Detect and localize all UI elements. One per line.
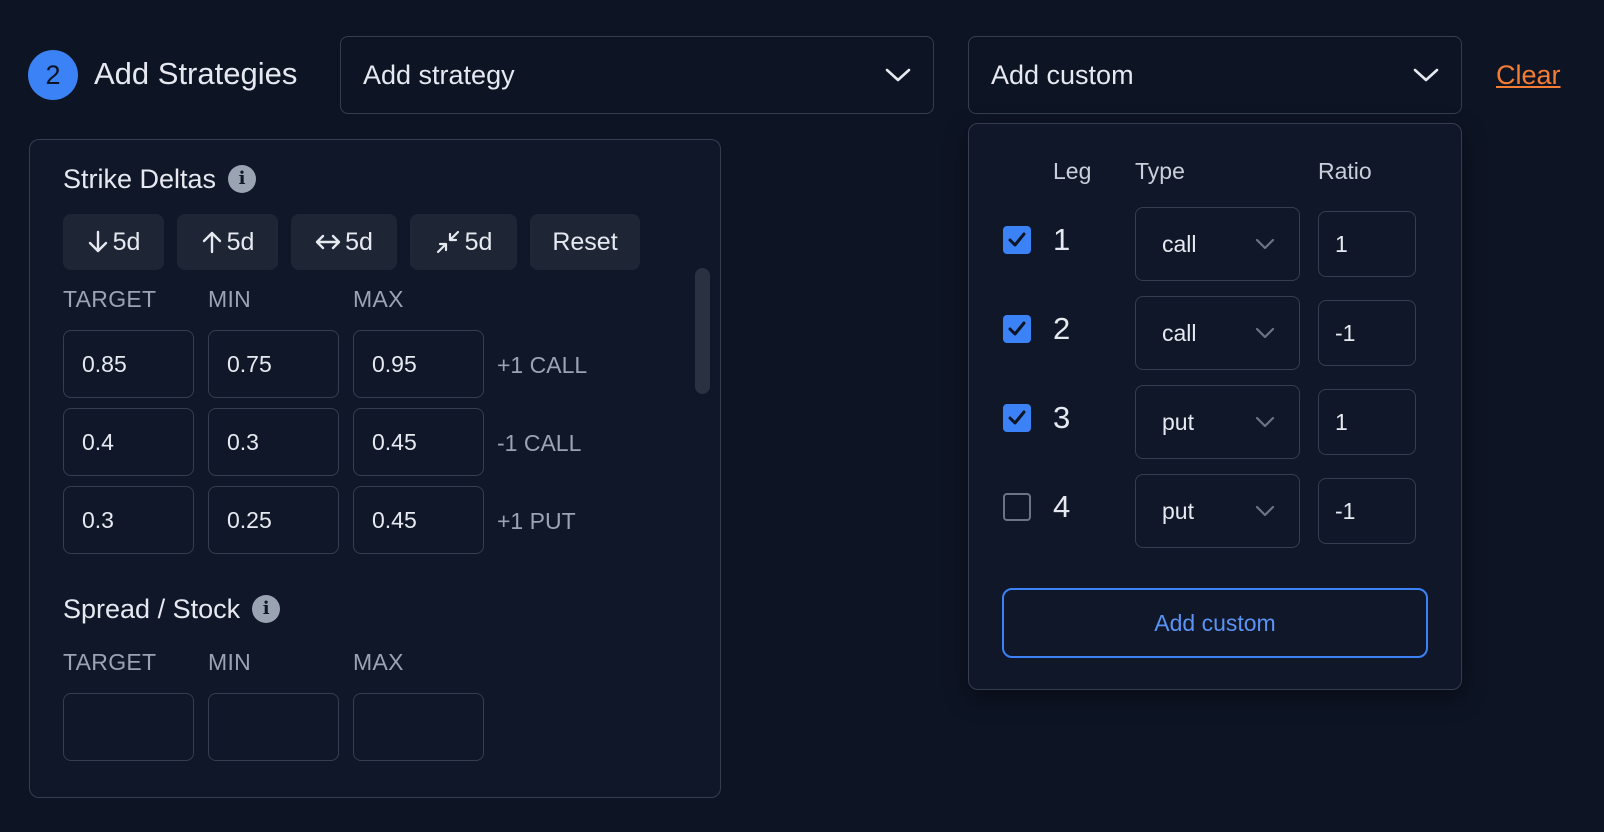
app-root: 2 Add Strategies Add strategy Add custom… [0,0,1604,832]
max-input[interactable]: 0.95 [353,330,484,398]
ratio-column-header: Ratio [1318,158,1372,184]
target-column-header: TARGET [63,286,157,312]
arrow-up-icon [202,231,221,254]
page-title: Add Strategies [94,56,298,91]
widen-delta-button[interactable]: 5d [291,214,397,270]
leg-checkbox[interactable] [1003,226,1031,254]
leg-label: +1 CALL [497,352,588,378]
leg-label: +1 PUT [497,508,576,534]
arrow-left-right-icon [315,234,341,250]
add-custom-popover: Leg Type Ratio 1 call 1 2 call -1 3 put [968,123,1462,690]
leg-number: 4 [1053,489,1071,524]
leg-type-select[interactable]: call [1135,296,1300,370]
spread-stock-heading: Spread / Stock i [63,592,281,626]
chevron-down-icon [1255,238,1275,250]
add-custom-dropdown[interactable]: Add custom [968,36,1462,114]
widen-delta-label: 5d [345,227,373,256]
max-input[interactable]: 0.45 [353,486,484,554]
strategy-settings-panel: Strike Deltas i 5d 5d 5d 5d Reset TARGET… [29,139,721,798]
chevron-down-icon [1255,505,1275,517]
leg-ratio-input[interactable]: -1 [1318,300,1416,366]
decrease-delta-label: 5d [112,227,141,256]
checkmark-icon [1008,321,1026,336]
type-column-header: Type [1135,158,1185,184]
chevron-down-icon [1255,327,1275,339]
narrow-delta-button[interactable]: 5d [410,214,517,270]
leg-column-header: Leg [1053,158,1092,184]
spread-max-input[interactable] [353,693,484,761]
reset-label: Reset [552,227,618,256]
add-custom-button[interactable]: Add custom [1002,588,1428,658]
target-input[interactable]: 0.4 [63,408,194,476]
clear-link[interactable]: Clear [1496,57,1561,93]
arrow-down-icon [88,230,107,253]
target-input[interactable]: 0.3 [63,486,194,554]
leg-number: 3 [1053,400,1071,435]
target-input[interactable]: 0.85 [63,330,194,398]
info-icon[interactable]: i [252,595,281,623]
leg-label: -1 CALL [497,430,582,456]
min-input[interactable]: 0.75 [208,330,339,398]
leg-type-value: put [1162,408,1194,435]
leg-number: 1 [1053,222,1071,257]
min-input[interactable]: 0.25 [208,486,339,554]
add-custom-label: Add custom [991,59,1134,90]
panel-scrollbar[interactable] [695,268,710,394]
leg-number: 2 [1053,311,1071,346]
reset-button[interactable]: Reset [530,214,640,270]
narrow-delta-label: 5d [464,227,493,256]
add-strategy-label: Add strategy [363,59,515,90]
min-column-header: MIN [208,649,252,675]
increase-delta-button[interactable]: 5d [177,214,278,270]
leg-checkbox[interactable] [1003,315,1031,343]
step-number-badge: 2 [28,50,78,100]
leg-ratio-input[interactable]: -1 [1318,478,1416,544]
checkmark-icon [1008,232,1026,247]
max-column-header: MAX [353,286,404,312]
leg-type-select[interactable]: put [1135,385,1300,459]
spread-stock-title: Spread / Stock [63,594,241,624]
leg-checkbox[interactable] [1003,493,1031,521]
leg-type-value: put [1162,497,1194,524]
leg-ratio-input[interactable]: 1 [1318,211,1416,277]
chevron-down-icon [885,68,911,82]
spread-min-input[interactable] [208,693,339,761]
max-input[interactable]: 0.45 [353,408,484,476]
decrease-delta-button[interactable]: 5d [63,214,164,270]
checkmark-icon [1008,410,1026,425]
leg-type-select[interactable]: call [1135,207,1300,281]
chevron-down-icon [1255,416,1275,428]
min-input[interactable]: 0.3 [208,408,339,476]
step-number: 2 [45,59,61,90]
leg-ratio-input[interactable]: 1 [1318,389,1416,455]
leg-checkbox[interactable] [1003,404,1031,432]
info-icon[interactable]: i [228,165,257,193]
chevron-down-icon [1413,68,1439,82]
compress-arrows-icon [436,230,459,254]
spread-target-input[interactable] [63,693,194,761]
strike-deltas-title: Strike Deltas [63,164,217,194]
max-column-header: MAX [353,649,404,675]
increase-delta-label: 5d [226,227,255,256]
strike-deltas-heading: Strike Deltas i [63,162,257,196]
min-column-header: MIN [208,286,252,312]
leg-type-select[interactable]: put [1135,474,1300,548]
leg-type-value: call [1162,319,1197,346]
target-column-header: TARGET [63,649,157,675]
add-strategy-dropdown[interactable]: Add strategy [340,36,934,114]
leg-type-value: call [1162,230,1197,257]
